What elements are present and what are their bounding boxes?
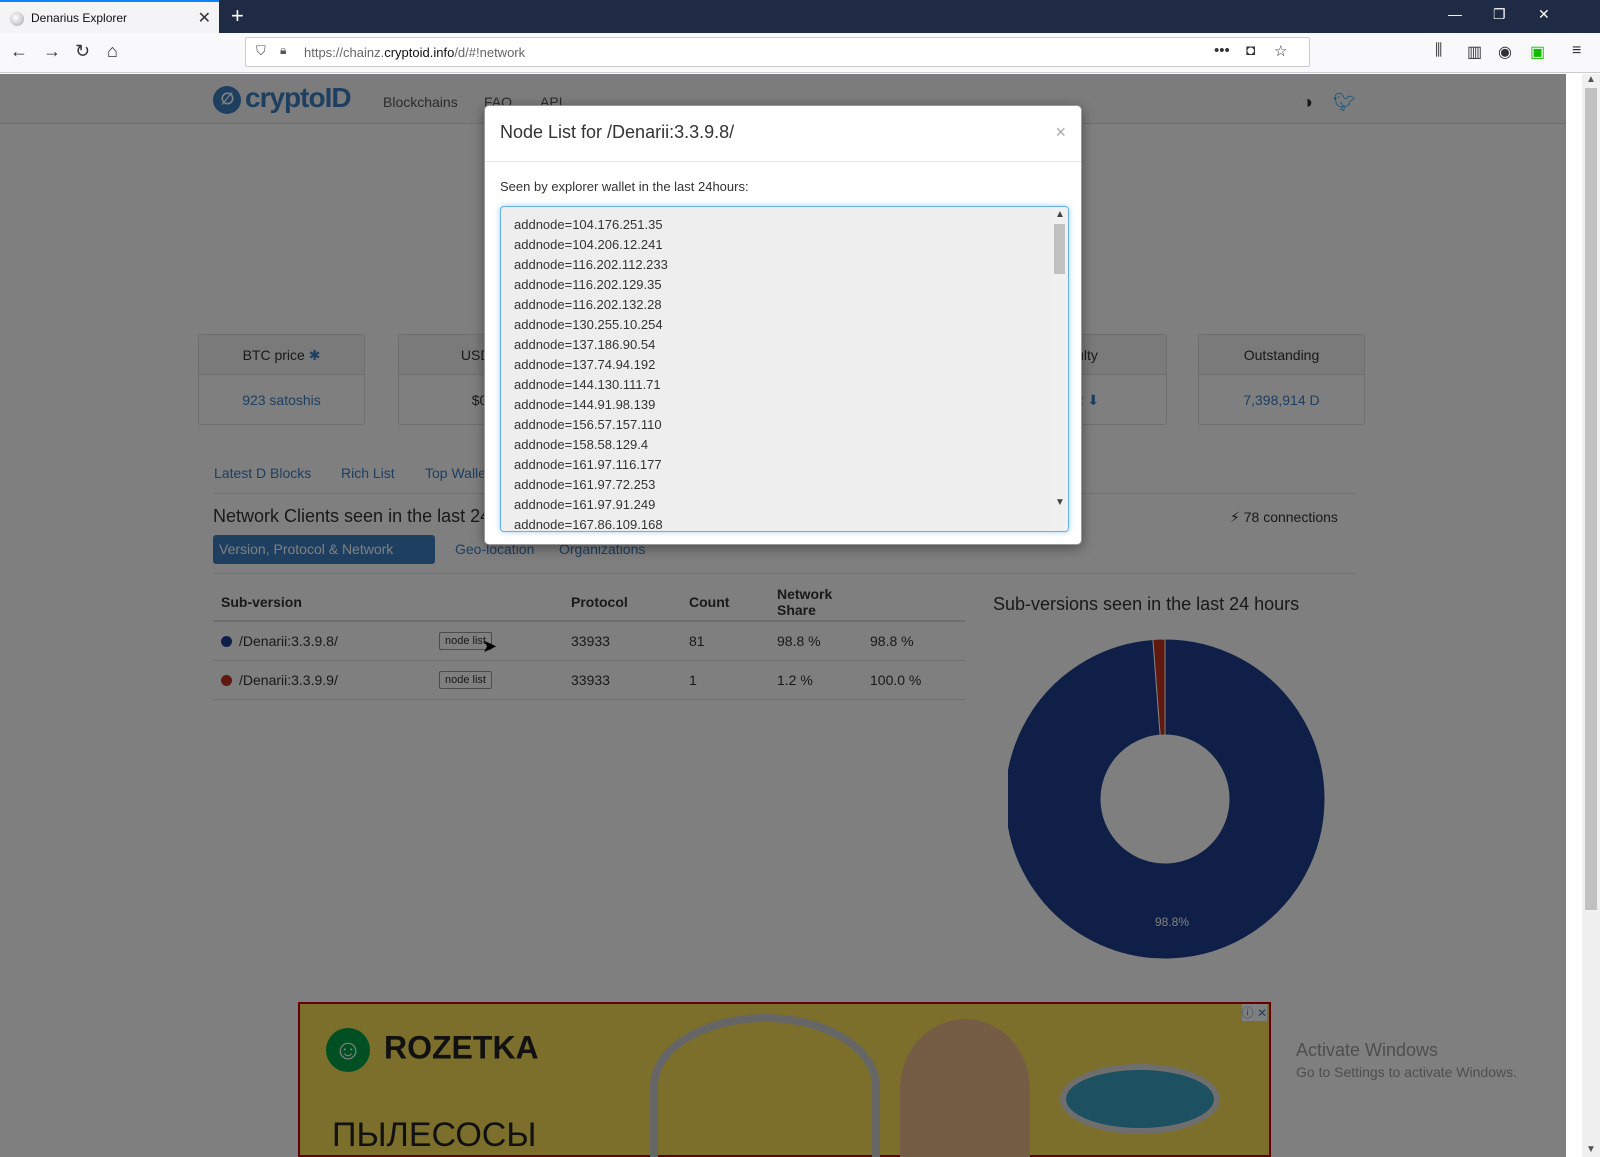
home-icon[interactable]: ⌂ (107, 41, 118, 62)
lock-icon[interactable]: 🔒︎ (280, 43, 286, 58)
browser-tab[interactable]: Denarius Explorer ✕ (0, 0, 219, 33)
site-favicon-icon (10, 12, 24, 26)
page-content: ∅cryptoID Blockchains FAQ API ◑ 🐦︎ BTC p… (0, 74, 1582, 1157)
new-tab-button[interactable]: + (231, 3, 244, 29)
minimize-window-button[interactable]: — (1448, 6, 1462, 22)
address-bar[interactable]: ⛉ 🔒︎ https://chainz.cryptoid.info/d/#!ne… (245, 37, 1310, 67)
mouse-cursor-icon: ➤ (482, 636, 498, 656)
node-list-line: addnode=161.97.116.177 (514, 457, 662, 472)
browser-nav-bar: ← → ↻ ⌂ ⛉ 🔒︎ https://chainz.cryptoid.inf… (0, 33, 1600, 73)
library-icon[interactable]: ⫼ (1435, 42, 1442, 60)
node-list-line: addnode=158.58.129.4 (514, 437, 649, 452)
node-list-line: addnode=161.97.72.253 (514, 477, 656, 492)
scroll-up-icon[interactable]: ▲ (1055, 209, 1065, 220)
modal-title: Node List for /Denarii:3.3.9.8/ (500, 122, 735, 142)
close-window-button[interactable]: ✕ (1538, 6, 1550, 23)
node-list-line: addnode=104.176.251.35 (514, 217, 663, 232)
page-actions-icon[interactable]: ••• (1214, 42, 1230, 59)
tab-title: Denarius Explorer (31, 11, 128, 25)
node-list-textarea[interactable]: addnode=104.176.251.35 addnode=104.206.12… (500, 206, 1069, 532)
modal-label: Seen by explorer wallet in the last 24ho… (500, 179, 749, 194)
url-text[interactable]: https://chainz.cryptoid.info/d/#!network (304, 45, 525, 60)
node-list-line: addnode=137.186.90.54 (514, 337, 656, 352)
textarea-scrollbar[interactable]: ▲ ▼ (1051, 207, 1068, 531)
modal-header: Node List for /Denarii:3.3.9.8/ × (485, 106, 1081, 162)
node-list-line: addnode=137.74.94.192 (514, 357, 656, 372)
node-list-line: addnode=130.255.10.254 (514, 317, 663, 332)
node-list-line: addnode=144.91.98.139 (514, 397, 656, 412)
node-list-line: addnode=116.202.132.28 (514, 297, 662, 312)
browser-tab-bar: Denarius Explorer ✕ + — ❐ ✕ (0, 0, 1600, 33)
scroll-down-icon[interactable]: ▼ (1055, 497, 1065, 508)
forward-icon[interactable]: → (43, 41, 61, 62)
save-extension-icon[interactable]: ▣ (1530, 42, 1545, 62)
bookmark-star-icon[interactable]: ☆ (1274, 42, 1287, 60)
close-modal-button[interactable]: × (1055, 122, 1066, 143)
scrollbar-thumb[interactable] (1585, 88, 1597, 910)
account-icon[interactable]: ◉ (1498, 42, 1512, 62)
back-icon[interactable]: ← (10, 41, 28, 62)
node-list-line: addnode=167.86.109.168 (514, 517, 663, 532)
scroll-up-icon[interactable]: ▲ (1586, 74, 1596, 85)
node-list-lines: addnode=104.176.251.35 addnode=104.206.12… (514, 215, 668, 532)
close-tab-icon[interactable]: ✕ (198, 8, 211, 28)
menu-icon[interactable]: ≡ (1572, 42, 1581, 60)
pocket-icon[interactable]: ◘ (1246, 42, 1255, 59)
scrollbar-thumb[interactable] (1054, 224, 1065, 274)
node-list-line: addnode=144.130.111.71 (514, 377, 661, 392)
page-scrollbar[interactable]: ▲ ▼ (1582, 74, 1600, 1157)
sidebar-icon[interactable]: ▥ (1467, 42, 1482, 62)
node-list-line: addnode=161.97.91.249 (514, 497, 656, 512)
node-list-line: addnode=116.202.129.35 (514, 277, 662, 292)
restore-window-button[interactable]: ❐ (1493, 6, 1506, 23)
node-list-line: addnode=156.57.157.110 (514, 417, 662, 432)
node-list-line: addnode=104.206.12.241 (514, 237, 663, 252)
tracking-shield-icon[interactable]: ⛉ (256, 43, 266, 59)
reload-icon[interactable]: ↻ (75, 41, 90, 62)
node-list-modal: Node List for /Denarii:3.3.9.8/ × Seen b… (484, 105, 1082, 545)
scroll-down-icon[interactable]: ▼ (1586, 1144, 1596, 1155)
node-list-line: addnode=116.202.112.233 (514, 257, 668, 272)
